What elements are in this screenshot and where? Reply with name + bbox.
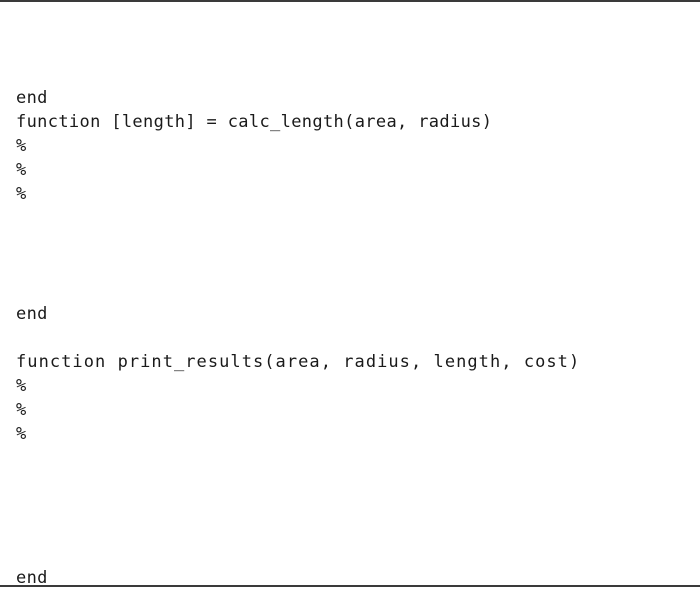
bottom-page-rule <box>0 585 700 587</box>
code-body-gap <box>16 542 700 566</box>
code-line-comment: % <box>16 424 27 444</box>
code-line-function-print-results: function print_results(area, radius, len… <box>16 352 581 372</box>
code-body-gap <box>16 446 700 542</box>
code-block: end function [length] = calc_length(area… <box>16 86 700 590</box>
code-line-comment: % <box>16 136 27 156</box>
code-line-comment: % <box>16 160 27 180</box>
code-line-function-calc-length: function [length] = calc_length(area, ra… <box>16 112 493 132</box>
code-line-comment: % <box>16 184 27 204</box>
code-listing-page: end function [length] = calc_length(area… <box>0 0 700 592</box>
code-separator-gap <box>16 326 700 350</box>
top-page-rule <box>0 0 700 2</box>
code-body-gap <box>16 206 700 302</box>
code-line-comment: % <box>16 376 27 396</box>
code-line-end-calc-length: end <box>16 304 48 324</box>
code-line-comment: % <box>16 400 27 420</box>
code-line-end-previous: end <box>16 88 48 108</box>
